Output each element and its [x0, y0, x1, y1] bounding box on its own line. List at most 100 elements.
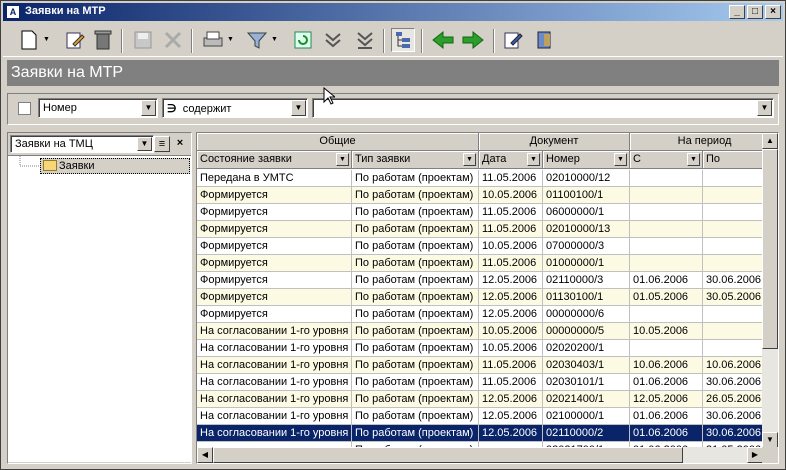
- scroll-up-icon[interactable]: ▲: [762, 133, 778, 149]
- save-icon[interactable]: [131, 28, 155, 52]
- chevron-down-icon[interactable]: ▼: [336, 153, 349, 166]
- table-row[interactable]: Формируется По работам (проектам) 11.05.20…: [197, 221, 763, 238]
- maximize-button[interactable]: □: [747, 5, 763, 19]
- exit-icon[interactable]: [533, 28, 557, 52]
- filter-operator-select[interactable]: ∋ содержит ▼: [162, 98, 308, 118]
- table-row[interactable]: На согласовании 1-го уровня По работам (п…: [197, 357, 763, 374]
- scroll-left-icon[interactable]: ◀: [197, 447, 213, 463]
- table-cell: Формируется: [197, 204, 352, 221]
- scroll-thumb-horizontal[interactable]: [213, 447, 683, 463]
- close-button[interactable]: ×: [765, 5, 781, 19]
- notes-icon[interactable]: [501, 28, 525, 52]
- delete-icon[interactable]: [91, 28, 115, 52]
- table-row[interactable]: Передана в УМТС По работам (проектам) 11.0…: [197, 170, 763, 187]
- table-cell: 12.05.2006: [479, 306, 543, 323]
- collapse-icon[interactable]: [321, 28, 345, 52]
- scroll-right-icon[interactable]: ▶: [747, 447, 763, 463]
- table-cell: 01.06.2006: [630, 408, 703, 425]
- column-header-number[interactable]: Номер ▼: [543, 151, 630, 169]
- toolbar: ▼ ▼ ▼: [3, 23, 783, 57]
- filter-enable-checkbox[interactable]: [18, 102, 31, 115]
- chevron-down-icon[interactable]: ▼: [463, 153, 476, 166]
- table-cell: Формируется: [197, 306, 352, 323]
- horizontal-scrollbar[interactable]: ◀ ▶: [197, 447, 763, 463]
- filter-value-input[interactable]: ▼: [312, 98, 774, 118]
- close-pane-button[interactable]: ×: [172, 136, 188, 152]
- tree-item-requests[interactable]: Заявки: [40, 158, 190, 174]
- table-cell: 12.05.2006: [479, 408, 543, 425]
- table-row[interactable]: Формируется По работам (проектам) 11.05.20…: [197, 255, 763, 272]
- column-header-date[interactable]: Дата ▼: [479, 151, 543, 169]
- column-header-type[interactable]: Тип заявки ▼: [352, 151, 479, 169]
- edit-icon[interactable]: [63, 28, 87, 52]
- table-row[interactable]: На согласовании 1-го уровня По работам (п…: [197, 340, 763, 357]
- table-cell: 11.05.2006: [479, 374, 543, 391]
- column-header-status[interactable]: Состояние заявки ▼: [197, 151, 352, 169]
- table-row[interactable]: Формируется По работам (проектам) 10.05.20…: [197, 238, 763, 255]
- table-row[interactable]: На согласовании 1-го уровня По работам (п…: [197, 374, 763, 391]
- table-cell: 00000000/5: [543, 323, 630, 340]
- minimize-button[interactable]: _: [729, 5, 745, 19]
- category-select[interactable]: Заявки на ТМЦ ▼: [10, 135, 154, 153]
- table-row[interactable]: На согласовании 1-го уровня По работам (п…: [197, 425, 763, 442]
- table-row[interactable]: Формируется По работам (проектам) 10.05.20…: [197, 187, 763, 204]
- vertical-scrollbar[interactable]: ▲ ▼: [762, 133, 778, 448]
- table-row[interactable]: Формируется По работам (проектам) 12.05.20…: [197, 306, 763, 323]
- toolbar-separator: [383, 29, 385, 53]
- data-grid: Общие Документ На период Состояние заявк…: [196, 132, 779, 464]
- table-row[interactable]: Формируется По работам (проектам) 12.05.20…: [197, 272, 763, 289]
- table-cell: По работам (проектам): [352, 204, 479, 221]
- back-arrow-icon[interactable]: [431, 28, 455, 52]
- app-window: A Заявки на МТР _ □ × ▼ ▼ ▼ Заявки на МТ…: [0, 0, 786, 470]
- table-cell: 11.05.2006: [479, 204, 543, 221]
- tree-view-icon[interactable]: [391, 28, 415, 52]
- chevron-down-icon[interactable]: ▼: [757, 100, 772, 116]
- table-cell: 10.05.2006: [630, 323, 703, 340]
- table-cell: По работам (проектам): [352, 238, 479, 255]
- table-row[interactable]: На согласовании 1-го уровня По работам (п…: [197, 391, 763, 408]
- print-dropdown-icon[interactable]: ▼: [227, 36, 234, 43]
- table-cell: 26.05.2006: [703, 391, 763, 408]
- table-cell: По работам (проектам): [352, 425, 479, 442]
- table-cell: На согласовании 1-го уровня: [197, 391, 352, 408]
- forward-arrow-icon[interactable]: [461, 28, 485, 52]
- table-cell: 01.06.2006: [630, 272, 703, 289]
- chevron-down-icon[interactable]: ▼: [614, 153, 627, 166]
- tree-connector: [19, 156, 40, 167]
- chevron-down-icon[interactable]: ▼: [527, 153, 540, 166]
- chevron-down-icon[interactable]: ▼: [687, 153, 700, 166]
- column-header-from[interactable]: С ▼: [630, 151, 703, 169]
- table-cell: Формируется: [197, 238, 352, 255]
- chevron-down-icon[interactable]: ▼: [291, 100, 306, 116]
- table-row[interactable]: Формируется По работам (проектам) 12.05.20…: [197, 289, 763, 306]
- new-document-icon[interactable]: [17, 28, 41, 52]
- table-row[interactable]: Формируется По работам (проектам) 11.05.20…: [197, 204, 763, 221]
- expand-all-icon[interactable]: [353, 28, 377, 52]
- scroll-thumb[interactable]: [762, 149, 778, 349]
- table-cell: [630, 187, 703, 204]
- filter-icon[interactable]: [245, 28, 269, 52]
- refresh-icon[interactable]: [291, 28, 315, 52]
- print-icon[interactable]: [201, 28, 225, 52]
- table-cell: [630, 306, 703, 323]
- table-cell: 10.06.2006: [630, 357, 703, 374]
- cancel-icon[interactable]: [161, 28, 185, 52]
- table-cell: 01130100/1: [543, 289, 630, 306]
- menu-button[interactable]: ≡: [154, 136, 170, 152]
- table-cell: По работам (проектам): [352, 408, 479, 425]
- table-row[interactable]: На согласовании 1-го уровня По работам (п…: [197, 323, 763, 340]
- toolbar-separator: [121, 29, 123, 53]
- filter-field-select[interactable]: Номер ▼: [38, 98, 158, 118]
- filter-field-value: Номер: [43, 102, 77, 114]
- table-cell: [703, 204, 763, 221]
- table-cell: 02030403/1: [543, 357, 630, 374]
- table-row[interactable]: На согласовании 1-го уровня По работам (п…: [197, 408, 763, 425]
- filter-dropdown-icon[interactable]: ▼: [271, 36, 278, 43]
- new-dropdown-icon[interactable]: ▼: [43, 36, 50, 43]
- toolbar-separator: [191, 29, 193, 53]
- chevron-down-icon[interactable]: ▼: [141, 100, 156, 116]
- scroll-down-icon[interactable]: ▼: [762, 432, 778, 448]
- chevron-down-icon[interactable]: ▼: [137, 137, 152, 151]
- group-header-general: Общие: [197, 133, 479, 151]
- toolbar-separator: [421, 29, 423, 53]
